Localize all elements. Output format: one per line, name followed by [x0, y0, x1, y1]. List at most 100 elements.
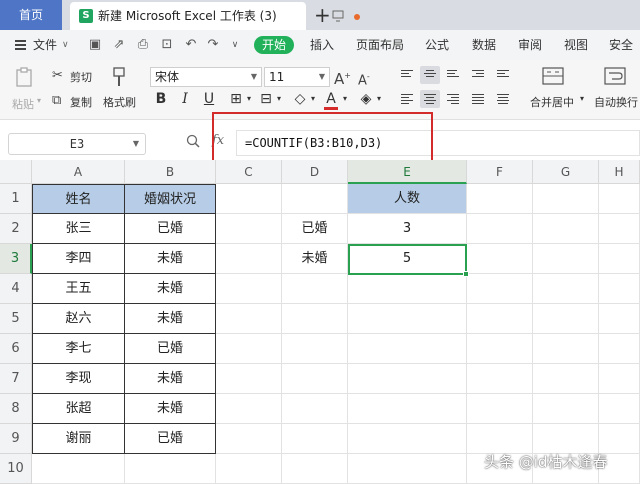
cell-style-chevron-icon[interactable]: ▾	[274, 90, 284, 108]
row-header-2[interactable]: 2	[0, 214, 32, 244]
grid-cell[interactable]	[216, 364, 282, 394]
column-header-d[interactable]: D	[282, 160, 348, 184]
cut-label[interactable]: 剪切	[70, 69, 92, 85]
grid-cell[interactable]	[348, 274, 467, 304]
format-painter-icon[interactable]	[108, 66, 130, 88]
align-center-icon[interactable]	[420, 90, 440, 108]
row-header-5[interactable]: 5	[0, 304, 32, 334]
row-header-8[interactable]: 8	[0, 394, 32, 424]
italic-icon[interactable]: I	[178, 90, 192, 108]
grid-cell[interactable]	[533, 364, 599, 394]
row-header-7[interactable]: 7	[0, 364, 32, 394]
grid-cell[interactable]	[599, 424, 640, 454]
grid-cell[interactable]	[533, 424, 599, 454]
table-cell-status[interactable]: 未婚	[124, 304, 216, 334]
font-color-icon[interactable]: A	[324, 90, 338, 110]
grid-cell[interactable]	[282, 304, 348, 334]
grid-cell[interactable]	[216, 184, 282, 214]
grid-cell[interactable]	[467, 244, 533, 274]
cell-d3[interactable]: 未婚	[282, 244, 348, 274]
row-header-1[interactable]: 1	[0, 184, 32, 214]
grid-cell[interactable]	[533, 334, 599, 364]
font-color-chevron-icon[interactable]: ▾	[340, 90, 350, 108]
column-header-a[interactable]: A	[32, 160, 125, 184]
outdent-icon[interactable]	[493, 66, 513, 84]
table-cell-status[interactable]: 未婚	[124, 364, 216, 394]
table-cell-name[interactable]: 谢丽	[32, 424, 125, 454]
grid-cell[interactable]	[599, 274, 640, 304]
grid-cell[interactable]	[348, 364, 467, 394]
table-cell-status[interactable]: 已婚	[124, 214, 216, 244]
paste-icon[interactable]	[14, 66, 36, 88]
chevron-down-icon[interactable]: ∨	[62, 30, 69, 60]
more-chevron-icon[interactable]: ∨	[228, 38, 242, 52]
tab-view[interactable]: 视图	[564, 30, 588, 60]
merge-center-icon[interactable]	[542, 66, 564, 86]
grid-cell[interactable]	[467, 424, 533, 454]
table-cell-name[interactable]: 李四	[32, 244, 125, 274]
tab-review[interactable]: 审阅	[518, 30, 542, 60]
align-left-icon[interactable]	[397, 90, 417, 108]
merge-center-label[interactable]: 合并居中	[530, 94, 574, 110]
grid-cell[interactable]	[282, 274, 348, 304]
print-icon[interactable]: ⎙	[136, 38, 150, 52]
grid-cell[interactable]	[467, 394, 533, 424]
auto-wrap-icon[interactable]	[604, 66, 626, 86]
grid-cell[interactable]	[467, 304, 533, 334]
grid-cell[interactable]	[348, 304, 467, 334]
export-icon[interactable]: ⇗	[112, 38, 126, 52]
align-right-icon[interactable]	[443, 90, 463, 108]
grid-cell[interactable]	[216, 394, 282, 424]
tab-start[interactable]: 开始	[254, 36, 294, 54]
menu-icon[interactable]	[15, 40, 26, 50]
grid-cell[interactable]	[216, 424, 282, 454]
column-header-g[interactable]: G	[533, 160, 599, 184]
grid-cell[interactable]	[467, 184, 533, 214]
grid-cell[interactable]	[348, 424, 467, 454]
column-header-h[interactable]: H	[599, 160, 640, 184]
grid-cell[interactable]	[599, 334, 640, 364]
grid-cell[interactable]	[533, 244, 599, 274]
grid-cell[interactable]	[533, 184, 599, 214]
row-header-10[interactable]: 10	[0, 454, 32, 484]
grid-cell[interactable]	[533, 394, 599, 424]
grid-cell[interactable]	[467, 274, 533, 304]
table-cell-status[interactable]: 未婚	[124, 274, 216, 304]
tab-security[interactable]: 安全	[609, 30, 633, 60]
table-cell-name[interactable]: 李七	[32, 334, 125, 364]
underline-icon[interactable]: U	[202, 90, 216, 108]
paste-chevron-icon[interactable]: ▾	[37, 96, 41, 105]
align-top-icon[interactable]	[397, 66, 417, 84]
print-preview-icon[interactable]: ⊡	[160, 38, 174, 52]
bold-icon[interactable]: B	[154, 90, 168, 108]
grid-cell[interactable]	[282, 454, 348, 484]
column-header-f[interactable]: F	[467, 160, 533, 184]
grid-cell[interactable]	[467, 214, 533, 244]
select-all-corner[interactable]	[0, 160, 32, 184]
zoom-icon[interactable]	[186, 134, 200, 148]
grid-cell[interactable]	[216, 334, 282, 364]
grid-cell[interactable]	[467, 364, 533, 394]
grid-cell[interactable]	[533, 304, 599, 334]
paste-label[interactable]: 粘贴	[12, 96, 34, 112]
fill-chevron-icon[interactable]: ▾	[308, 90, 318, 108]
save-icon[interactable]: ▣	[88, 38, 102, 52]
grid-cell[interactable]	[599, 244, 640, 274]
fill-color-icon[interactable]: ◇	[292, 90, 308, 108]
row-header-9[interactable]: 9	[0, 424, 32, 454]
monitor-icon[interactable]	[332, 10, 344, 22]
menu-file[interactable]: 文件	[33, 30, 57, 60]
align-middle-icon[interactable]	[420, 66, 440, 84]
grid-cell[interactable]	[599, 304, 640, 334]
redo-icon[interactable]: ↷	[206, 38, 220, 52]
grid-cell[interactable]	[216, 304, 282, 334]
grid-cell[interactable]	[282, 364, 348, 394]
grid-cell[interactable]	[348, 334, 467, 364]
table-cell-name[interactable]: 王五	[32, 274, 125, 304]
grid-cell[interactable]	[282, 424, 348, 454]
grid-cell[interactable]	[348, 454, 467, 484]
table-cell-status[interactable]: 未婚	[124, 244, 216, 274]
spreadsheet-grid[interactable]: A B C D E F G H 1 2 3 4 5 6 7 8 9 10 姓名 …	[0, 160, 640, 484]
clear-icon[interactable]: ◈	[358, 90, 374, 108]
grid-cell[interactable]	[216, 274, 282, 304]
